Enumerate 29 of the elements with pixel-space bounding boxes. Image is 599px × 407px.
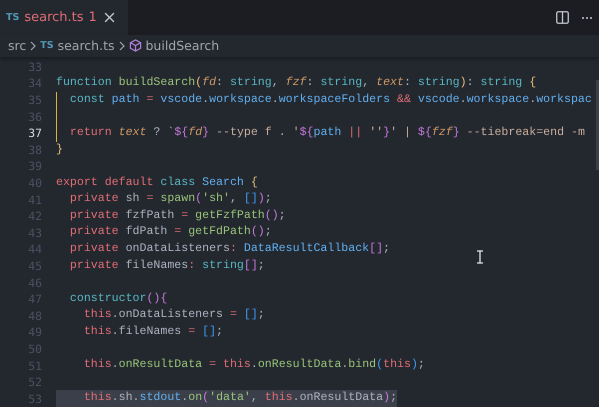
code-line: this.onResultData = this.onResultData.bind(this); xyxy=(82,357,425,374)
code-line: const path = vscode.workspace.workspaceFolders && vscode.workspace.workspac xyxy=(56,92,592,108)
breadcrumb-item[interactable]: src xyxy=(8,38,26,54)
cube-icon xyxy=(128,39,142,52)
code-line: this.onDataListeners = []; xyxy=(82,307,265,324)
tab-label: search.ts xyxy=(24,10,84,26)
code-line: private fileNames: string[]; xyxy=(68,258,265,274)
text-cursor-icon xyxy=(476,249,484,263)
typescript-icon: TS xyxy=(40,40,54,52)
code-line: private sh = spawn('sh', []); xyxy=(68,191,272,208)
code-line: this.fileNames = []; xyxy=(82,324,224,340)
typescript-icon: TS xyxy=(6,12,20,24)
code-line: private fzfPath = getFzfPath(); xyxy=(68,208,286,224)
breadcrumb-item[interactable]: buildSearch xyxy=(146,38,220,54)
code-line: return text ? `${fd} --type f . '${path || ''}' | ${fzf} --tiebreak=end -m xyxy=(56,124,585,142)
editor-tab[interactable]: TS search.ts 1 xyxy=(0,0,128,36)
line-number: 37 xyxy=(27,126,42,140)
code-line: constructor(){ xyxy=(68,290,168,307)
split-editor-icon[interactable] xyxy=(556,11,569,24)
code-line: private onDataListeners: DataResultCallback[]; xyxy=(68,241,390,258)
more-icon[interactable] xyxy=(581,16,593,20)
code-line: } xyxy=(56,142,63,158)
code-line: function buildSearch(fd: string, fzf: string, text: string): string { xyxy=(56,75,536,92)
chevron-right-icon xyxy=(118,40,124,51)
breadcrumb-item[interactable]: search.ts xyxy=(58,38,114,54)
code-line: private fdPath = getFdPath(); xyxy=(68,224,272,240)
code-line: export default class Search { xyxy=(56,174,258,191)
problem-count: 1 xyxy=(88,10,97,26)
chevron-right-icon xyxy=(30,40,36,51)
